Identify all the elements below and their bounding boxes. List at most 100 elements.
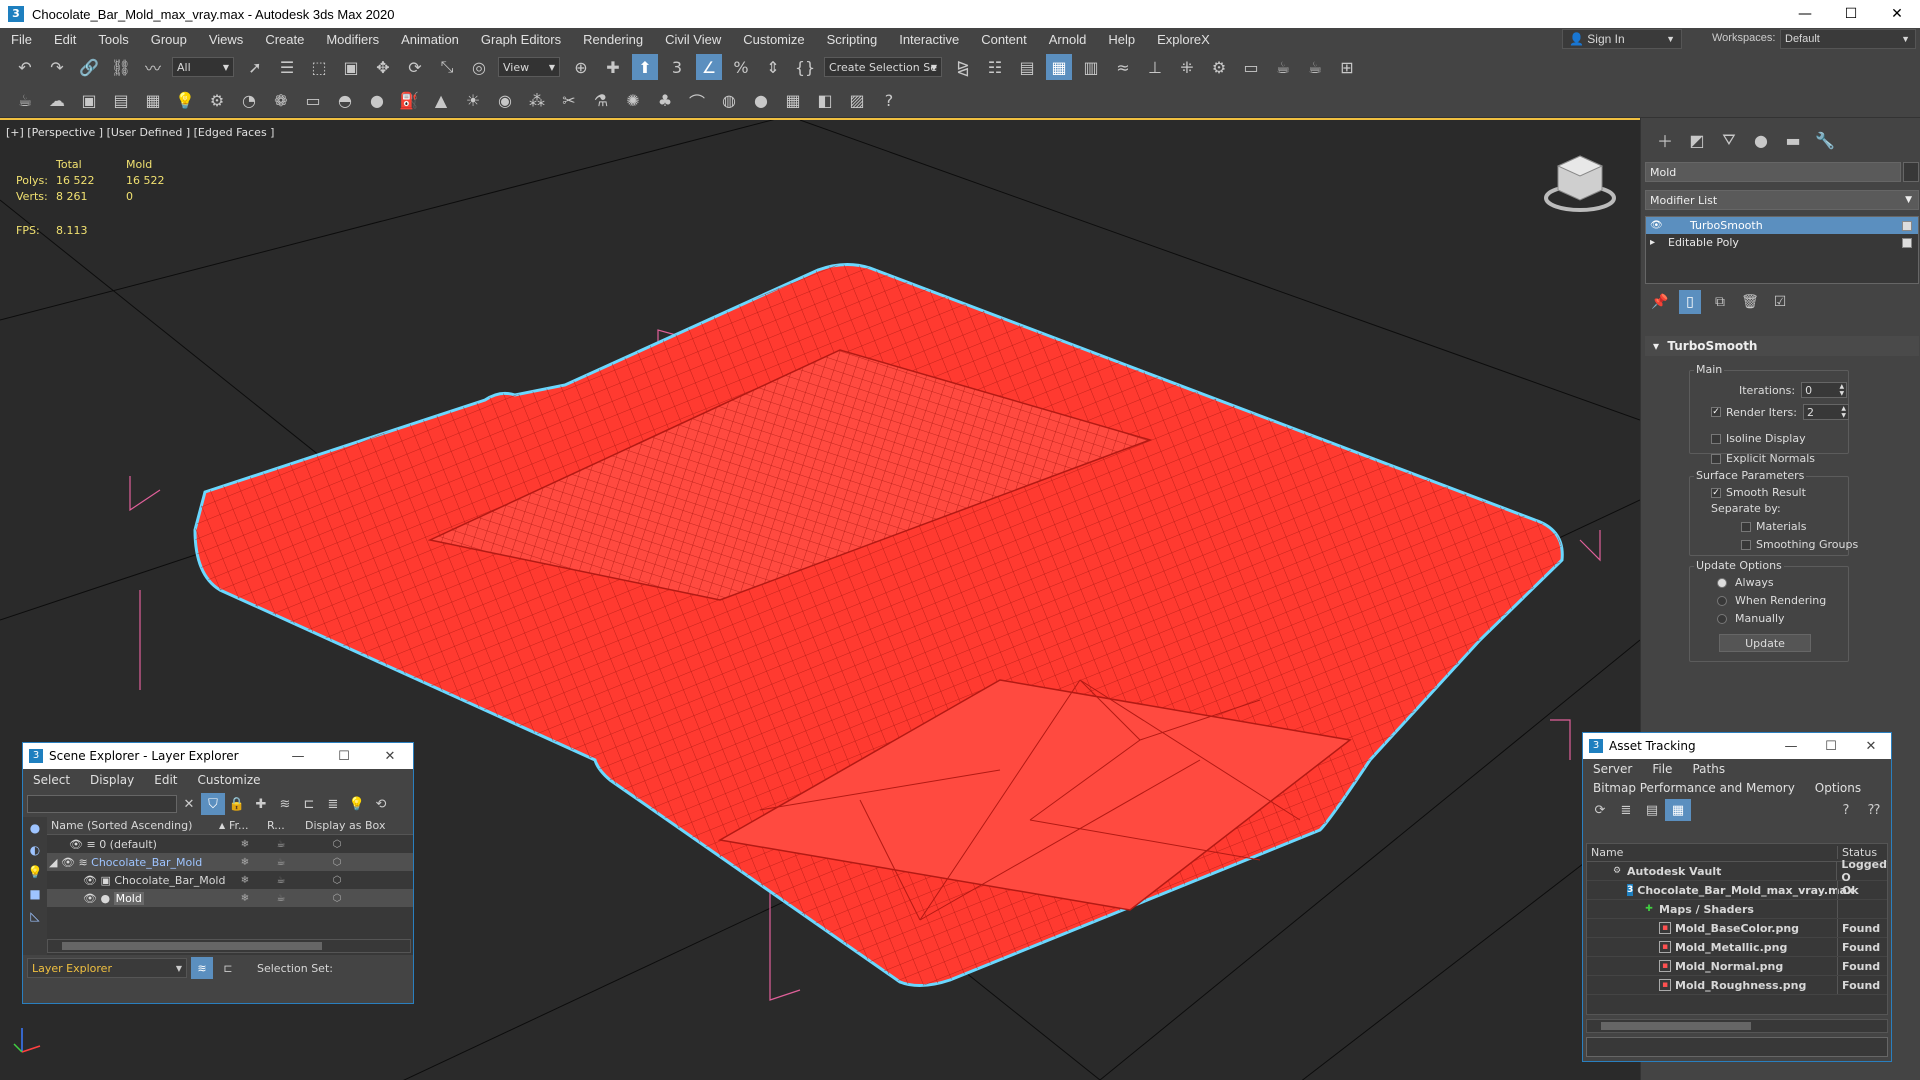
col-render[interactable]: R... <box>267 819 305 832</box>
edit-named-selection-icon[interactable]: {} <box>792 54 818 80</box>
smoothing-groups-checkbox[interactable] <box>1741 539 1751 550</box>
hierarchy-tab-icon[interactable]: ⛛ <box>1713 128 1745 152</box>
se-menu-edit[interactable]: Edit <box>144 773 187 787</box>
menu-graph-editors[interactable]: Graph Editors <box>470 32 572 47</box>
vray-export-icon[interactable]: ▨ <box>844 88 870 114</box>
isoline-checkbox[interactable] <box>1711 433 1721 444</box>
iterations-spinner[interactable]: 0 ▲ ▼ <box>1801 382 1848 398</box>
asset-row[interactable]: ▪ Mold_Roughness.png Found <box>1587 976 1887 995</box>
vray-scene-icon[interactable]: ◧ <box>812 88 838 114</box>
at-menu-paths[interactable]: Paths <box>1682 762 1735 776</box>
horizontal-scrollbar[interactable] <box>47 939 411 953</box>
sign-in-dropdown[interactable]: 👤 Sign In ▼ <box>1562 29 1682 49</box>
menu-create[interactable]: Create <box>254 32 315 47</box>
menu-interactive[interactable]: Interactive <box>888 32 970 47</box>
modifier-list-dropdown[interactable]: Modifier List ▼ <box>1645 190 1919 210</box>
list-view-icon[interactable]: ≣ <box>1613 799 1639 821</box>
place-icon[interactable]: ◎ <box>466 54 492 80</box>
frame-buffer-icon[interactable]: ▣ <box>76 88 102 114</box>
display-tab-icon[interactable]: ▬ <box>1777 128 1809 152</box>
link-icon[interactable]: 🔗 <box>76 54 102 80</box>
menu-arnold[interactable]: Arnold <box>1038 32 1098 47</box>
close-button[interactable]: ✕ <box>1851 733 1891 759</box>
object-row[interactable]: 👁 ▣ Chocolate_Bar_Mold ❄ ☕ ⬡ <box>47 871 413 889</box>
stack-toggle[interactable] <box>1902 237 1912 248</box>
filter-icon[interactable]: ⛉ <box>201 793 225 815</box>
vray-plane-icon[interactable]: ⚗ <box>588 88 614 114</box>
scene-explorer-titlebar[interactable]: 3 Scene Explorer - Layer Explorer — ☐ ✕ <box>23 743 413 769</box>
asset-row[interactable]: ▪ Mold_BaseColor.png Found <box>1587 919 1887 938</box>
help-icon[interactable]: ? <box>876 88 902 114</box>
ribbon-icon[interactable]: ▥ <box>1078 54 1104 80</box>
asset-path-field[interactable] <box>1586 1037 1888 1057</box>
display-lights-icon[interactable]: 💡 <box>23 861 47 883</box>
display-helpers-icon[interactable]: ◺ <box>23 905 47 927</box>
dome-light-icon[interactable]: ◓ <box>332 88 358 114</box>
rollout-header[interactable]: ▾ TurboSmooth <box>1645 336 1919 356</box>
sync-icon[interactable]: ⟲ <box>369 793 393 815</box>
collapse-arrow-icon[interactable]: ◢ <box>49 856 61 869</box>
align-icon[interactable]: ☷ <box>982 54 1008 80</box>
object-name-field[interactable]: Mold <box>1645 162 1901 182</box>
context-help-icon[interactable]: ⁇ <box>1861 799 1887 821</box>
percent-snap-icon[interactable]: % <box>728 54 754 80</box>
scale-icon[interactable]: ⤡ <box>434 54 460 80</box>
menu-animation[interactable]: Animation <box>390 32 470 47</box>
layer-explorer-icon[interactable]: ▦ <box>1046 54 1072 80</box>
ambient-light-icon[interactable]: ◉ <box>492 88 518 114</box>
vray-fur-icon[interactable]: ✂ <box>556 88 582 114</box>
motion-tab-icon[interactable]: ● <box>1745 128 1777 152</box>
menu-tools[interactable]: Tools <box>87 32 139 47</box>
reference-coord-dropdown[interactable]: View ▼ <box>498 57 560 77</box>
mirror-icon[interactable]: ⧎ <box>950 54 976 80</box>
at-menu-options[interactable]: Options <box>1805 781 1871 795</box>
angle-snap-icon[interactable]: ∠ <box>696 54 722 80</box>
redo-icon[interactable]: ↷ <box>44 54 70 80</box>
always-radio[interactable] <box>1717 577 1727 588</box>
vray-hair-icon[interactable]: ⌒ <box>684 88 710 114</box>
create-tab-icon[interactable]: ＋ <box>1649 128 1681 152</box>
select-object-icon[interactable]: ➚ <box>242 54 268 80</box>
at-menu-server[interactable]: Server <box>1583 762 1642 776</box>
configure-sets-icon[interactable]: ☑ <box>1765 290 1795 314</box>
refresh-icon[interactable]: ⟳ <box>1587 799 1613 821</box>
minimize-button[interactable]: — <box>1782 0 1828 28</box>
render-grid-icon[interactable]: ⊞ <box>1334 54 1360 80</box>
box-icon[interactable]: ⬡ <box>319 893 355 904</box>
scene-explorer-icon[interactable]: ▤ <box>1014 54 1040 80</box>
asset-row[interactable]: ⚙ Autodesk Vault Logged O <box>1587 858 1887 884</box>
explorer-type-dropdown[interactable]: Layer Explorer ▼ <box>27 958 187 978</box>
rendered-frame-icon[interactable]: ▭ <box>1238 54 1264 80</box>
lock-icon[interactable]: 🔒 <box>225 793 249 815</box>
light-bulb-icon[interactable]: 💡 <box>345 793 369 815</box>
menu-views[interactable]: Views <box>198 32 254 47</box>
eye-icon[interactable]: 👁 <box>83 892 100 905</box>
sun-icon[interactable]: ☀ <box>460 88 486 114</box>
asset-row[interactable]: ▪ Mold_Normal.png Found <box>1587 957 1887 976</box>
spinner-arrows-icon[interactable]: ▲ ▼ <box>1841 405 1846 419</box>
stack-item-editable-poly[interactable]: ▸ Editable Poly <box>1646 234 1918 251</box>
table-view-icon[interactable]: ▤ <box>1639 799 1665 821</box>
render-iterative-icon[interactable]: ☕ <box>1302 54 1328 80</box>
add-layer-icon[interactable]: ✚ <box>249 793 273 815</box>
rect-selection-icon[interactable]: ⬚ <box>306 54 332 80</box>
explicit-normals-checkbox[interactable] <box>1711 453 1721 464</box>
freeze-icon[interactable]: ❄ <box>227 857 263 868</box>
keyboard-shortcut-override-icon[interactable]: ⬆ <box>632 54 658 80</box>
minimize-button[interactable]: — <box>275 743 321 769</box>
unlink-icon[interactable]: ⛓ <box>108 54 134 80</box>
col-freeze[interactable]: Fr... <box>229 819 267 832</box>
materials-checkbox[interactable] <box>1741 521 1751 532</box>
vray-settings-icon[interactable]: ⚙ <box>204 88 230 114</box>
sphere-light-icon[interactable]: ● <box>364 88 390 114</box>
menu-help[interactable]: Help <box>1097 32 1146 47</box>
layers-icon[interactable]: ≋ <box>273 793 297 815</box>
render-elements-icon[interactable]: ▤ <box>108 88 134 114</box>
menu-group[interactable]: Group <box>140 32 198 47</box>
hierarchy-toggle-icon[interactable]: ⊏ <box>217 957 239 979</box>
asset-row[interactable]: ✚ Maps / Shaders <box>1587 900 1887 919</box>
menu-civil-view[interactable]: Civil View <box>654 32 732 47</box>
scrollbar-thumb[interactable] <box>1601 1022 1751 1030</box>
vray-sphere-icon[interactable]: ✺ <box>620 88 646 114</box>
render-history-icon[interactable]: ▦ <box>140 88 166 114</box>
